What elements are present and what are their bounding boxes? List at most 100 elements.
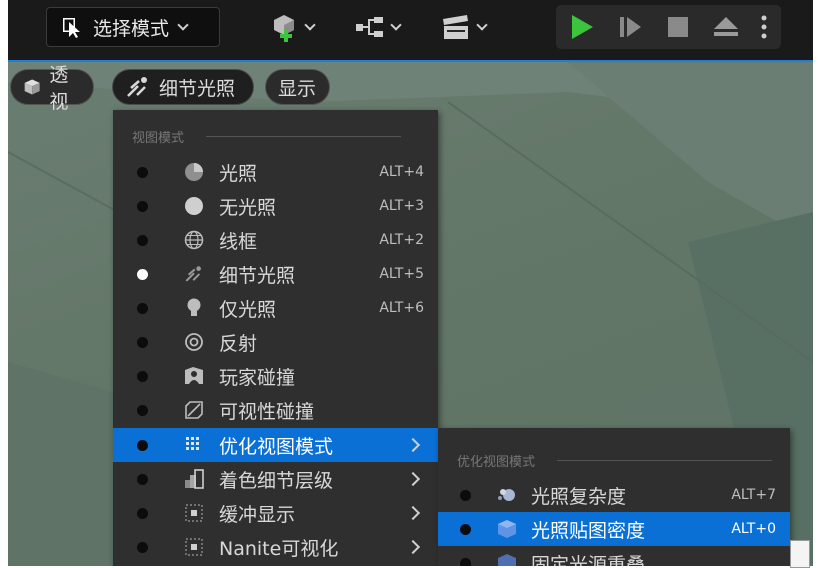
menu-item-label: 玩家碰撞 [219,366,296,389]
detail-lighting-icon [127,77,147,97]
menu-item-reflections[interactable]: 反射 [113,325,438,359]
radio-indicator [137,541,148,553]
play-controls [556,5,781,49]
menu-item-detail-lighting[interactable]: 细节光照 ALT+5 [113,257,438,291]
menu-item-shortcut: ALT+7 [731,487,776,503]
menu-item-unlit[interactable]: 无光照 ALT+3 [113,189,438,223]
radio-indicator [137,336,148,348]
chevron-right-icon [405,505,421,521]
add-actor-icon [274,15,294,42]
menu-item-buffer-visualization[interactable]: 缓冲显示 [113,496,438,530]
radio-indicator [460,489,471,501]
light-complexity-icon [496,484,518,506]
cinematics-button[interactable] [434,7,492,47]
view-mode-menu: 视图模式 光照 ALT+4 无光照 ALT+3 线框 ALT+2 细节光照 AL… [113,110,438,566]
lod-coloration-icon [183,468,205,490]
menu-item-shortcut: ALT+6 [379,300,424,316]
menu-item-label: 仅光照 [219,298,277,321]
header-divider [557,459,773,461]
radio-indicator [137,302,148,314]
chevron-down-icon [177,18,189,31]
detail-lighting-icon [183,263,205,285]
buffer-visualization-icon [183,502,205,524]
menu-item-wireframe[interactable]: 线框 ALT+2 [113,223,438,257]
radio-indicator [137,200,148,212]
stop-button[interactable] [656,5,700,49]
menu-item-label: Nanite可视化 [219,537,339,560]
menu-item-label: 固定光源重叠 [531,553,646,567]
reflection-icon [183,331,205,353]
submenu-item-stationary-light-overlap[interactable]: 固定光源重叠 [438,546,790,566]
radio-indicator [137,404,148,416]
perspective-button[interactable]: 透视 [10,64,94,113]
lightmap-density-icon [496,518,518,540]
unlit-sphere-icon [183,195,205,217]
blueprint-button[interactable] [348,7,406,47]
optimization-grid-icon [183,434,205,456]
radio-indicator [137,166,148,178]
lit-sphere-icon [183,161,205,183]
cursor-select-icon [63,18,80,38]
eject-button[interactable] [704,5,748,49]
submenu-item-lightmap-density[interactable]: 光照贴图密度 ALT+0 [438,512,790,546]
main-toolbar: 选择模式 [8,0,813,62]
add-actor-button[interactable] [264,7,320,47]
view-mode-button[interactable]: 细节光照 [112,69,254,105]
menu-item-shortcut: ALT+3 [379,198,424,214]
menu-item-label: 着色细节层级 [219,469,334,492]
step-icon [620,17,641,37]
menu-section-title: 视图模式 [132,130,185,146]
radio-indicator [137,439,148,451]
perspective-label: 透视 [49,64,69,113]
menu-item-label: 无光照 [219,196,277,219]
show-label: 显示 [278,77,317,100]
header-divider [206,135,402,137]
menu-item-lod-coloration[interactable]: 着色细节层级 [113,462,438,496]
menu-item-label: 缓冲显示 [219,503,296,526]
visibility-collision-icon [183,399,205,421]
mode-select-dropdown[interactable]: 选择模式 [46,7,220,47]
play-icon [572,15,593,39]
more-vertical-icon [761,15,767,39]
chevron-right-icon [405,437,421,453]
lightbulb-icon [183,297,205,319]
radio-indicator-selected [137,268,148,280]
more-options-button[interactable] [752,5,776,49]
step-button[interactable] [608,5,652,49]
editor-window: 选择模式 透视 细节光照 显示 视图模式 光照 ALT+4 无光照 ALT+3 … [8,0,813,566]
radio-indicator [137,473,148,485]
menu-item-shortcut: ALT+0 [731,521,776,537]
view-mode-label: 细节光照 [159,77,236,100]
toolbar-accent-line [8,60,813,62]
wireframe-globe-icon [183,229,205,251]
menu-item-nanite-visualization[interactable]: Nanite可视化 [113,530,438,564]
chevron-down-icon [476,18,488,31]
menu-item-player-collision[interactable]: 玩家碰撞 [113,359,438,393]
menu-item-label: 光照贴图密度 [531,519,646,542]
menu-item-label: 细节光照 [219,264,296,287]
radio-indicator [460,523,471,535]
chevron-down-icon [390,18,402,31]
submenu-section-header: 优化视图模式 [438,450,790,470]
menu-item-shortcut: ALT+5 [379,266,424,282]
chevron-right-icon [405,471,421,487]
menu-item-lit[interactable]: 光照 ALT+4 [113,155,438,189]
show-button[interactable]: 显示 [265,69,330,105]
play-button[interactable] [560,5,604,49]
menu-item-shortcut: ALT+4 [379,164,424,180]
chevron-right-icon [405,539,421,555]
blueprint-icon [356,17,383,37]
menu-item-optimization-viewmodes[interactable]: 优化视图模式 [113,428,438,462]
nanite-visualization-icon [183,536,205,558]
submenu-item-light-complexity[interactable]: 光照复杂度 ALT+7 [438,478,790,512]
radio-indicator [137,370,148,382]
cinematics-clapper-icon [443,15,468,39]
menu-item-label: 反射 [219,332,258,355]
optimization-viewmodes-submenu: 优化视图模式 光照复杂度 ALT+7 光照贴图密度 ALT+0 固定光源重叠 [438,428,790,566]
menu-item-visibility-collision[interactable]: 可视性碰撞 [113,393,438,427]
window-edge-element [790,540,810,568]
menu-item-label: 可视性碰撞 [219,400,315,423]
menu-section-header: 视图模式 [113,126,438,146]
perspective-cube-icon [24,79,40,95]
menu-item-lighting-only[interactable]: 仅光照 ALT+6 [113,291,438,325]
